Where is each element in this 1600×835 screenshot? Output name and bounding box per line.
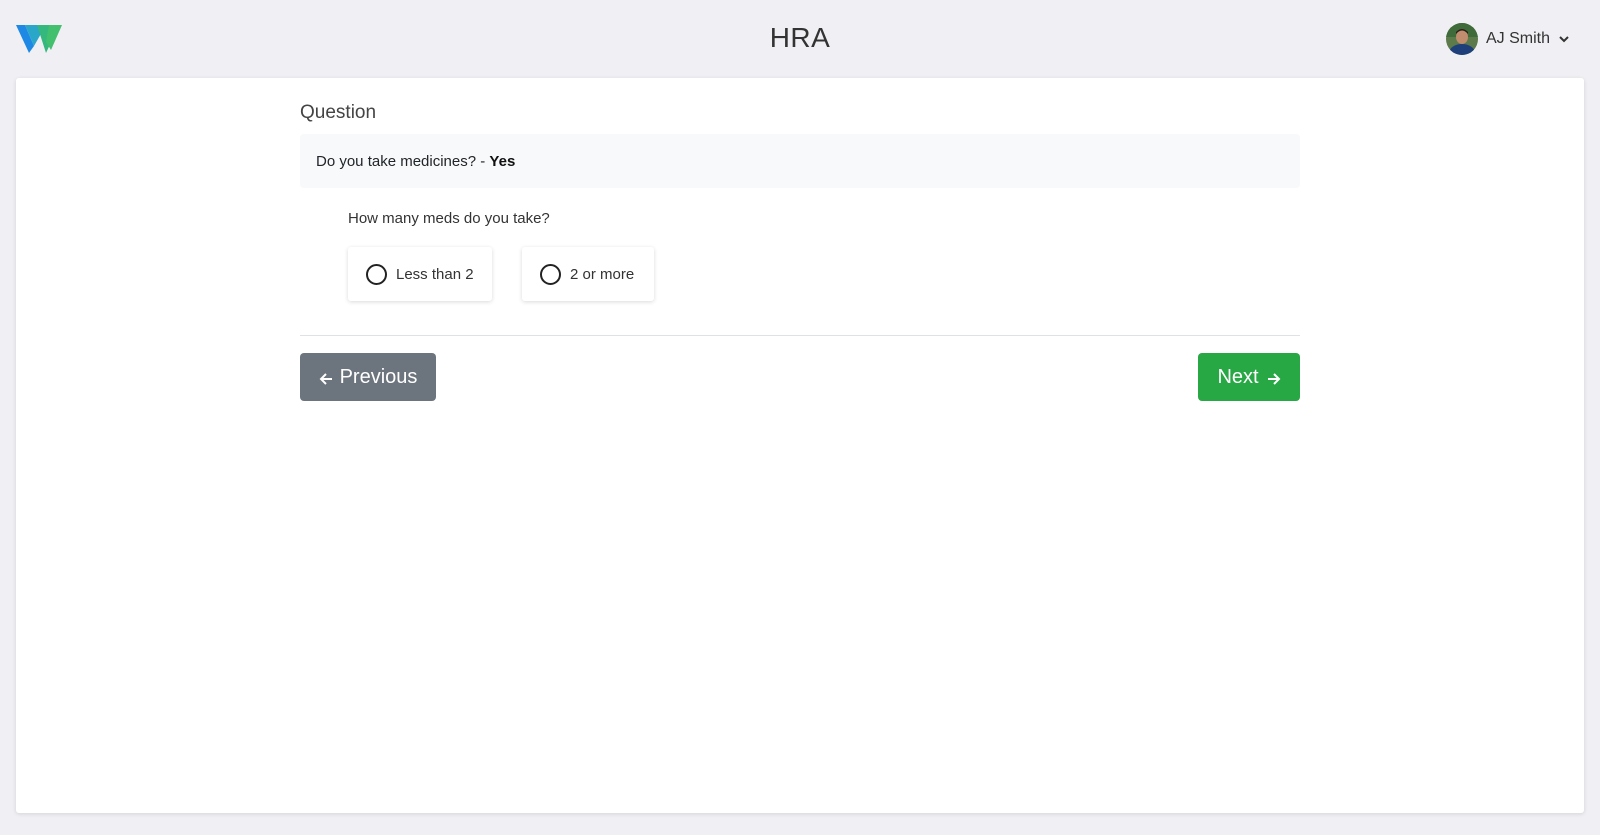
- main-card: Question Do you take medicines? - Yes Ho…: [16, 78, 1584, 813]
- question-answer: Yes: [489, 153, 516, 170]
- previous-button[interactable]: Previous: [300, 353, 436, 401]
- section-label: Question: [300, 102, 377, 123]
- user-name[interactable]: AJ Smith: [1486, 30, 1550, 48]
- divider: [300, 335, 1300, 336]
- question-text: Do you take medicines? - Yes: [316, 153, 515, 170]
- arrow-left-icon: [319, 373, 332, 385]
- option-2-or-more[interactable]: 2 or more: [522, 247, 654, 301]
- user-menu[interactable]: AJ Smith: [1445, 22, 1570, 56]
- user-avatar[interactable]: [1445, 23, 1478, 55]
- radio-button[interactable]: [366, 263, 387, 285]
- radio-button[interactable]: [540, 263, 561, 285]
- option-label: Less than 2: [396, 265, 474, 283]
- page-title: HRA: [769, 22, 831, 53]
- option-label: 2 or more: [570, 265, 635, 283]
- top-bar: HRA AJ Smith: [0, 0, 1600, 76]
- previous-label: Previous: [339, 365, 418, 388]
- sub-question-text: How many meds do you take?: [348, 210, 550, 227]
- question-box: Do you take medicines? - Yes: [300, 134, 1300, 188]
- option-less-than-2[interactable]: Less than 2: [348, 247, 492, 301]
- arrow-right-icon: [1267, 373, 1280, 385]
- next-label: Next: [1217, 365, 1259, 388]
- chevron-down-icon[interactable]: [1558, 33, 1570, 45]
- question-prompt: Do you take medicines? -: [316, 153, 490, 170]
- next-button[interactable]: Next: [1198, 353, 1300, 401]
